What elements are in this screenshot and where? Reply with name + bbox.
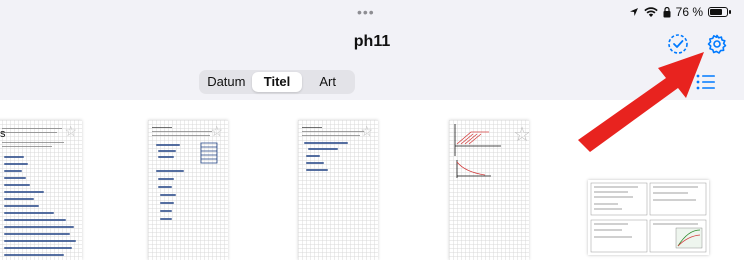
- red-arrow-annotation: [578, 52, 704, 152]
- document-thumbnail[interactable]: ☆: [298, 120, 378, 260]
- graph-sketch: [454, 124, 501, 178]
- table-sketch: [200, 142, 218, 164]
- status-indicators: 76 %: [629, 5, 731, 19]
- document-thumbnail[interactable]: ☆: [0, 120, 82, 260]
- document-thumbnail[interactable]: [588, 180, 709, 255]
- star-icon[interactable]: ☆: [210, 123, 223, 140]
- multitasking-dots[interactable]: •••: [357, 4, 375, 20]
- wifi-icon: [643, 6, 658, 17]
- side-character: s: [0, 128, 6, 140]
- battery-percentage: 76 %: [675, 5, 703, 19]
- status-bar: ••• 76 %: [0, 0, 744, 24]
- sort-segmented-control: Datum Titel Art: [199, 70, 355, 94]
- document-thumbnail[interactable]: ☆: [148, 120, 228, 260]
- document-thumbnail[interactable]: ☆: [449, 120, 529, 260]
- star-icon[interactable]: ☆: [513, 122, 529, 147]
- battery-icon: [708, 7, 731, 17]
- sort-option-art[interactable]: Art: [302, 72, 353, 92]
- lock-rotation-icon: [663, 6, 671, 17]
- worksheet-preview: [590, 182, 707, 253]
- battery-fill: [710, 9, 722, 15]
- sort-option-datum[interactable]: Datum: [201, 72, 252, 92]
- sort-option-titel[interactable]: Titel: [251, 72, 303, 92]
- location-icon: [629, 8, 638, 16]
- star-icon[interactable]: ☆: [64, 123, 77, 140]
